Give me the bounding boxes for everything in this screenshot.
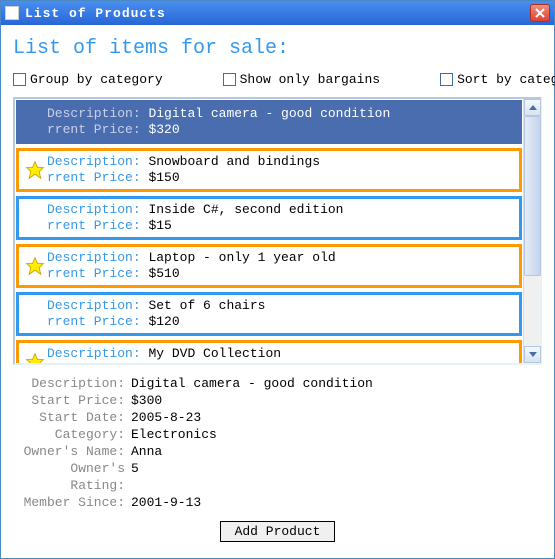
filter-row: Group by category Show only bargains Sor… bbox=[13, 72, 542, 87]
product-listbox: Description: Digital camera - good condi… bbox=[13, 97, 542, 365]
item-text: Description: Set of 6 chairsrrent Price:… bbox=[47, 298, 265, 330]
detail-value: Digital camera - good condition bbox=[131, 375, 373, 392]
titlebar: List of Products bbox=[1, 1, 554, 25]
detail-label: Owner's Name: bbox=[13, 443, 131, 460]
close-icon bbox=[535, 8, 545, 18]
item-text: Description: Inside C#, second editionrr… bbox=[47, 202, 343, 234]
detail-row: Owner's Name:Anna bbox=[13, 443, 542, 460]
detail-value: 2001-9-13 bbox=[131, 494, 201, 511]
group-by-category-check[interactable]: Group by category bbox=[13, 72, 163, 87]
button-row: Add Product bbox=[13, 521, 542, 542]
list-item[interactable]: Description: Snowboard and bindingsrrent… bbox=[16, 148, 522, 192]
list-item[interactable]: Description: Laptop - only 1 year oldrre… bbox=[16, 244, 522, 288]
page-title: List of items for sale: bbox=[13, 37, 542, 60]
check-label: Group by category bbox=[30, 72, 163, 87]
detail-label: Description: bbox=[13, 375, 131, 392]
detail-row: Start Date:2005-8-23 bbox=[13, 409, 542, 426]
star-icon bbox=[25, 352, 45, 363]
show-bargains-check[interactable]: Show only bargains bbox=[223, 72, 380, 87]
chevron-down-icon bbox=[529, 352, 537, 357]
detail-label: Member Since: bbox=[13, 494, 131, 511]
list-item[interactable]: Description: My DVD Collectionrrent Pric… bbox=[16, 340, 522, 363]
check-label: Show only bargains bbox=[240, 72, 380, 87]
checkbox-icon bbox=[440, 73, 453, 86]
checkbox-icon bbox=[13, 73, 26, 86]
content-area: List of items for sale: Group by categor… bbox=[1, 25, 554, 554]
detail-row: Category:Electronics bbox=[13, 426, 542, 443]
scroll-thumb[interactable] bbox=[524, 116, 541, 276]
check-label: Sort by category and date bbox=[457, 72, 555, 87]
detail-value: Anna bbox=[131, 443, 162, 460]
chevron-up-icon bbox=[529, 105, 537, 110]
detail-value: 5 bbox=[131, 460, 139, 494]
item-text: Description: Snowboard and bindingsrrent… bbox=[47, 154, 320, 186]
detail-value: Electronics bbox=[131, 426, 217, 443]
window-title: List of Products bbox=[25, 6, 530, 21]
scrollbar[interactable] bbox=[523, 99, 540, 363]
scroll-down-button[interactable] bbox=[524, 346, 541, 363]
checkbox-icon bbox=[223, 73, 236, 86]
sort-by-check[interactable]: Sort by category and date bbox=[440, 72, 555, 87]
detail-label: Start Date: bbox=[13, 409, 131, 426]
item-text: Description: Laptop - only 1 year oldrre… bbox=[47, 250, 336, 282]
detail-value: 2005-8-23 bbox=[131, 409, 201, 426]
item-text: Description: My DVD Collectionrrent Pric… bbox=[47, 346, 281, 363]
list-item[interactable]: Description: Digital camera - good condi… bbox=[16, 100, 522, 144]
window: List of Products List of items for sale:… bbox=[0, 0, 555, 559]
star-icon bbox=[25, 256, 45, 276]
star-icon bbox=[25, 160, 45, 180]
detail-row: Member Since:2001-9-13 bbox=[13, 494, 542, 511]
detail-row: Owner's Rating:5 bbox=[13, 460, 542, 494]
detail-label: Category: bbox=[13, 426, 131, 443]
item-text: Description: Digital camera - good condi… bbox=[47, 106, 390, 138]
detail-label: Start Price: bbox=[13, 392, 131, 409]
detail-row: Description:Digital camera - good condit… bbox=[13, 375, 542, 392]
listbox-viewport: Description: Digital camera - good condi… bbox=[15, 99, 540, 363]
detail-value: $300 bbox=[131, 392, 162, 409]
close-button[interactable] bbox=[530, 4, 550, 22]
scroll-up-button[interactable] bbox=[524, 99, 541, 116]
list-item[interactable]: Description: Inside C#, second editionrr… bbox=[16, 196, 522, 240]
app-icon bbox=[5, 6, 19, 20]
details-panel: Description:Digital camera - good condit… bbox=[13, 375, 542, 511]
list-item[interactable]: Description: Set of 6 chairsrrent Price:… bbox=[16, 292, 522, 336]
detail-row: Start Price:$300 bbox=[13, 392, 542, 409]
add-product-button[interactable]: Add Product bbox=[220, 521, 336, 542]
detail-label: Owner's Rating: bbox=[13, 460, 131, 494]
